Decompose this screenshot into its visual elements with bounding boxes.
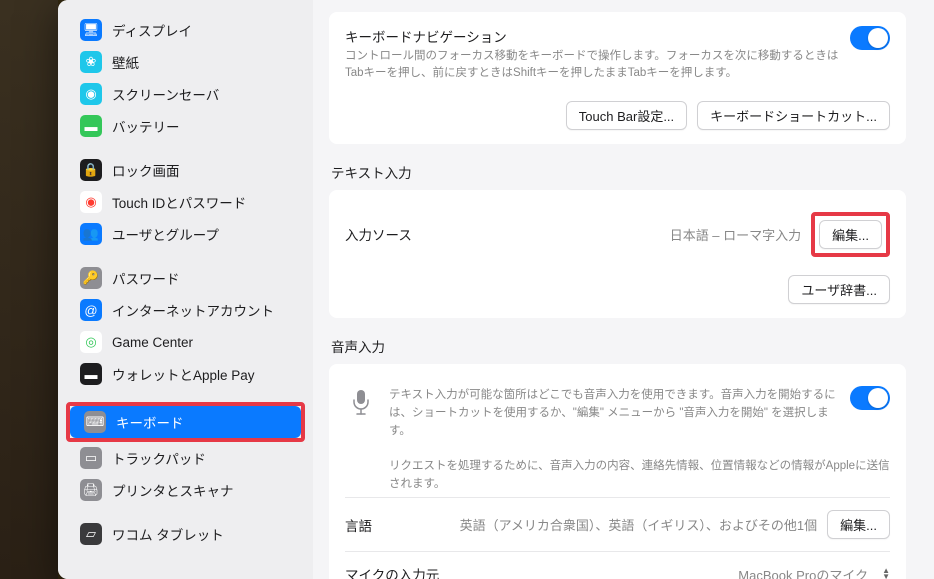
voice-desc: テキスト入力が可能な箇所はどこでも音声入力を使用できます。音声入力を開始するには… (389, 386, 840, 441)
divider (345, 551, 890, 552)
sidebar-group-input: ⌨ キーボード ▭ トラックパッド 🖨 プリンタとスキャナ (58, 396, 313, 512)
trackpad-icon: ▭ (80, 447, 102, 469)
kbnav-toggle[interactable] (850, 26, 890, 50)
sidebar-item-keyboard[interactable]: ⌨ キーボード (70, 406, 301, 438)
highlight-keyboard-item: ⌨ キーボード (66, 402, 305, 442)
sidebar-item-label: プリンタとスキャナ (112, 480, 234, 500)
sidebar-item-label: トラックパッド (112, 448, 206, 468)
sidebar-item-label: ワコム タブレット (112, 524, 224, 544)
user-dictionary-button[interactable]: ユーザ辞書... (788, 275, 890, 304)
sidebar-item-lockscreen[interactable]: 🔒 ロック画面 (66, 154, 305, 186)
main-content: キーボードナビゲーション コントロール間のフォーカス移動をキーボードで操作します… (313, 0, 934, 579)
voice-input-section: テキスト入力が可能な箇所はどこでも音声入力を使用できます。音声入力を開始するには… (329, 364, 906, 579)
wallet-icon: ▬ (80, 363, 102, 385)
settings-window: 🖥 ディスプレイ ❀ 壁紙 ◉ スクリーンセーバ ▬ バッテリー 🔒 ロック画面 (58, 0, 934, 579)
divider (345, 497, 890, 498)
screensaver-icon: ◉ (80, 83, 102, 105)
sidebar-item-label: ユーザとグループ (112, 224, 219, 244)
sidebar-item-label: キーボード (116, 412, 184, 432)
sidebar-item-wacom[interactable]: ▱ ワコム タブレット (66, 518, 305, 550)
sidebar-group-security: 🔒 ロック画面 ◉ Touch IDとパスワード 👥 ユーザとグループ (58, 148, 313, 256)
sidebar-item-label: ロック画面 (112, 160, 180, 180)
at-icon: @ (80, 299, 102, 321)
wacom-icon: ▱ (80, 523, 102, 545)
printer-icon: 🖨 (80, 479, 102, 501)
sidebar-item-label: Game Center (112, 335, 193, 350)
sidebar-item-wallet[interactable]: ▬ ウォレットとApple Pay (66, 358, 305, 390)
sidebar-item-battery[interactable]: ▬ バッテリー (66, 110, 305, 142)
touchbar-settings-button[interactable]: Touch Bar設定... (566, 101, 687, 130)
mic-source-value: MacBook Proのマイク (738, 565, 868, 579)
sidebar-item-label: ウォレットとApple Pay (112, 364, 255, 384)
sidebar-group-display: 🖥 ディスプレイ ❀ 壁紙 ◉ スクリーンセーバ ▬ バッテリー (58, 8, 313, 148)
voice-lang-value: 英語（アメリカ合衆国）、英語（イギリス）、およびその他1個 (460, 515, 818, 534)
sidebar-item-touchid[interactable]: ◉ Touch IDとパスワード (66, 186, 305, 218)
gamecenter-icon: ◎ (80, 331, 102, 353)
sidebar-item-gamecenter[interactable]: ◎ Game Center (66, 326, 305, 358)
voice-toggle[interactable] (850, 386, 890, 410)
text-input-section: 入力ソース 日本語 – ローマ字入力 編集... ユーザ辞書... (329, 190, 906, 318)
desktop-background (0, 0, 58, 579)
voice-lang-label: 言語 (345, 515, 372, 535)
sidebar-item-label: バッテリー (112, 116, 180, 136)
input-sources-edit-button[interactable]: 編集... (819, 220, 882, 249)
voice-lang-edit-button[interactable]: 編集... (827, 510, 890, 539)
sidebar-item-printers[interactable]: 🖨 プリンタとスキャナ (66, 474, 305, 506)
voice-input-heading: 音声入力 (331, 336, 906, 356)
sidebar-item-label: 壁紙 (112, 52, 139, 72)
keyboard-shortcuts-button[interactable]: キーボードショートカット... (697, 101, 890, 130)
battery-icon: ▬ (80, 115, 102, 137)
sidebar-item-screensaver[interactable]: ◉ スクリーンセーバ (66, 78, 305, 110)
wallpaper-icon: ❀ (80, 51, 102, 73)
chevron-updown-icon: ▲▼ (882, 568, 890, 579)
sidebar-item-internet-accounts[interactable]: @ インターネットアカウント (66, 294, 305, 326)
key-icon: 🔑 (80, 267, 102, 289)
display-icon: 🖥 (80, 19, 102, 41)
voice-desc2: リクエストを処理するために、音声入力の内容、連絡先情報、位置情報などの情報がAp… (389, 457, 890, 494)
sidebar-group-accounts: 🔑 パスワード @ インターネットアカウント ◎ Game Center ▬ ウ… (58, 256, 313, 396)
users-icon: 👥 (80, 223, 102, 245)
sidebar-item-label: パスワード (112, 268, 180, 288)
sidebar: 🖥 ディスプレイ ❀ 壁紙 ◉ スクリーンセーバ ▬ バッテリー 🔒 ロック画面 (58, 0, 313, 579)
sidebar-item-trackpad[interactable]: ▭ トラックパッド (66, 442, 305, 474)
input-sources-label: 入力ソース (345, 224, 412, 244)
sidebar-item-passwords[interactable]: 🔑 パスワード (66, 262, 305, 294)
microphone-icon (345, 386, 377, 418)
sidebar-item-display[interactable]: 🖥 ディスプレイ (66, 14, 305, 46)
sidebar-item-label: インターネットアカウント (112, 300, 274, 320)
sidebar-item-label: Touch IDとパスワード (112, 192, 246, 212)
sidebar-item-wallpaper[interactable]: ❀ 壁紙 (66, 46, 305, 78)
sidebar-item-label: スクリーンセーバ (112, 84, 219, 104)
kbnav-desc: コントロール間のフォーカス移動をキーボードで操作します。フォーカスを次に移動する… (345, 48, 840, 83)
input-sources-value: 日本語 – ローマ字入力 (670, 225, 801, 244)
lock-icon: 🔒 (80, 159, 102, 181)
fingerprint-icon: ◉ (80, 191, 102, 213)
sidebar-item-users[interactable]: 👥 ユーザとグループ (66, 218, 305, 250)
keyboard-nav-section: キーボードナビゲーション コントロール間のフォーカス移動をキーボードで操作します… (329, 12, 906, 144)
keyboard-icon: ⌨ (84, 411, 106, 433)
highlight-edit-button: 編集... (811, 212, 890, 257)
mic-source-label: マイクの入力元 (345, 564, 439, 579)
text-input-heading: テキスト入力 (331, 162, 906, 182)
sidebar-item-label: ディスプレイ (112, 20, 192, 40)
sidebar-group-thirdparty: ▱ ワコム タブレット (58, 512, 313, 556)
mic-source-select[interactable]: MacBook Proのマイク ▲▼ (738, 565, 890, 579)
kbnav-title: キーボードナビゲーション (345, 26, 840, 46)
